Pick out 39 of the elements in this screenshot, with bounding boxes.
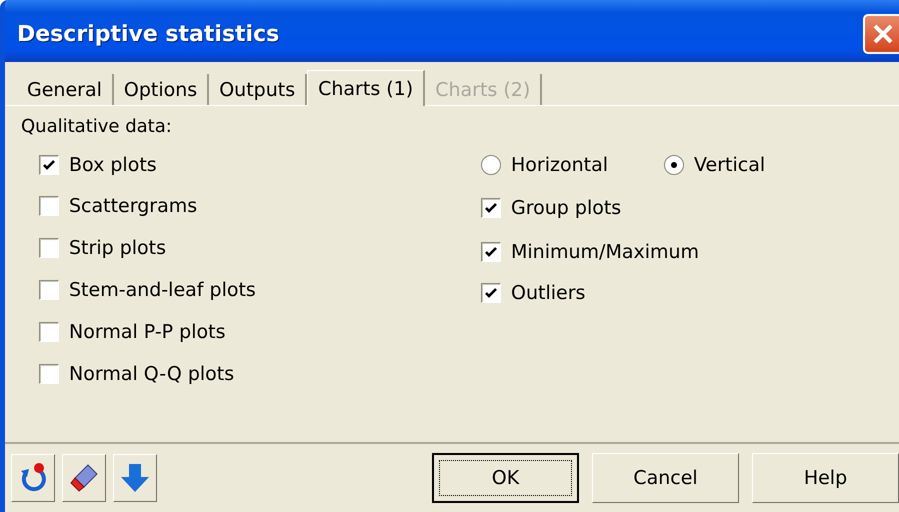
checkbox[interactable] <box>481 242 501 262</box>
check-icon <box>42 158 56 172</box>
reset-button[interactable] <box>11 454 55 502</box>
dialog-button[interactable]: Help <box>752 453 899 503</box>
checkbox-label: Strip plots <box>69 237 166 259</box>
radio-button[interactable] <box>481 155 501 175</box>
checkbox[interactable] <box>481 198 501 218</box>
checkbox[interactable] <box>39 196 59 216</box>
checkbox[interactable] <box>39 238 59 258</box>
checkbox-label: Group plots <box>511 197 622 219</box>
close-button[interactable] <box>863 14 899 54</box>
down-button[interactable] <box>113 454 157 502</box>
checkbox-label: Scattergrams <box>69 195 198 217</box>
checkbox-label: Outliers <box>511 282 586 304</box>
radio-label: Horizontal <box>511 154 608 176</box>
section-label: Qualitative data: <box>21 116 173 137</box>
eraser-icon <box>68 462 100 494</box>
clear-button[interactable] <box>62 454 106 502</box>
checkbox[interactable] <box>39 364 59 384</box>
checkbox-label: Minimum/Maximum <box>511 240 700 262</box>
checkbox-label: Box plots <box>69 154 157 176</box>
checkbox-label: Stem-and-leaf plots <box>69 279 256 301</box>
window-title: Descriptive statistics <box>17 22 280 46</box>
close-icon <box>872 23 894 45</box>
checkbox[interactable] <box>39 155 59 175</box>
checkbox[interactable] <box>39 280 59 300</box>
down-arrow-icon <box>119 462 151 494</box>
tab[interactable]: Charts (1) <box>307 70 426 106</box>
checkbox[interactable] <box>39 322 59 342</box>
checkbox-label: Normal Q-Q plots <box>69 363 234 385</box>
radio-label: Vertical <box>694 154 766 176</box>
checkbox-label: Normal P-P plots <box>69 321 226 343</box>
check-icon <box>484 244 498 258</box>
check-icon <box>484 286 498 300</box>
radio-button[interactable] <box>664 155 684 175</box>
checkbox[interactable] <box>481 283 501 303</box>
dialog-button[interactable]: OK <box>432 453 579 503</box>
dialog-button[interactable]: Cancel <box>592 453 739 503</box>
check-icon <box>484 201 498 215</box>
